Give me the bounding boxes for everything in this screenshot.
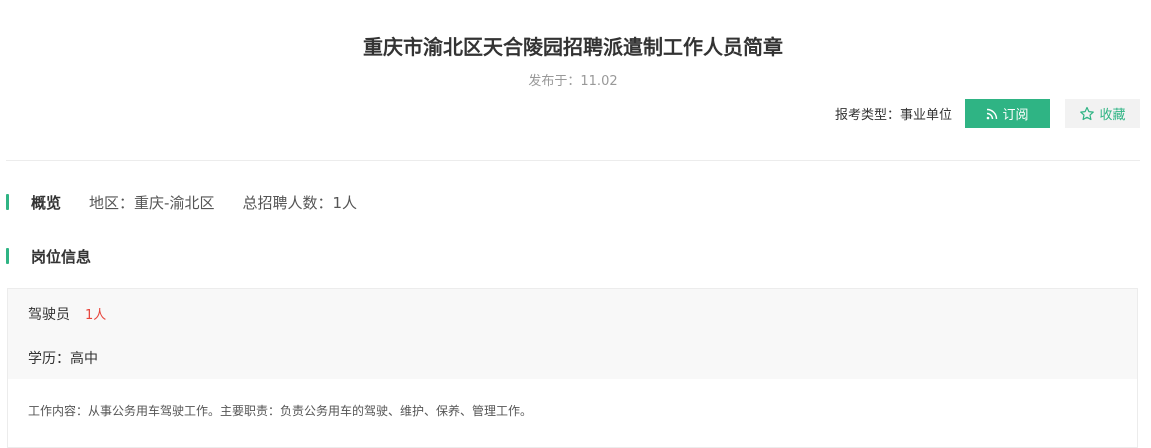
exam-type-value: 事业单位 — [899, 108, 952, 123]
page-header: 重庆市渝北区天合陵园招聘派遣制工作人员简章 发布于：11.02 报考类型： 事业单… — [6, 0, 1140, 161]
favorite-button[interactable]: 收藏 — [1065, 99, 1140, 128]
favorite-label: 收藏 — [1099, 108, 1126, 123]
header-actions: 报考类型： 事业单位 订阅 收藏 — [835, 99, 1140, 128]
region-info: 地区：重庆-渝北区 — [89, 192, 214, 213]
total-recruit-info: 总招聘人数：1人 — [242, 192, 357, 213]
job-name: 驾驶员 — [28, 307, 70, 323]
exam-type: 报考类型： 事业单位 — [835, 104, 952, 123]
subscribe-label: 订阅 — [1002, 108, 1029, 123]
section-accent-bar — [6, 248, 9, 264]
overview-title: 概览 — [31, 193, 62, 212]
page-title: 重庆市渝北区天合陵园招聘派遣制工作人员简章 — [363, 35, 783, 59]
publish-date: 11.02 — [580, 74, 618, 89]
star-outline-icon — [1080, 106, 1095, 120]
job-headcount: 1人 — [85, 308, 107, 323]
positions-title: 岗位信息 — [31, 247, 92, 266]
job-card-header: 驾驶员 1人 学历：高中 — [8, 289, 1137, 379]
publish-info: 发布于：11.02 — [6, 70, 1140, 89]
positions-section: 岗位信息 — [6, 246, 91, 266]
total-value: 1人 — [332, 193, 358, 212]
job-name-row: 驾驶员 1人 — [28, 304, 106, 324]
region-label: 地区： — [89, 193, 135, 212]
job-description: 工作内容：从事公务用车驾驶工作。主要职责：负责公务用车的驾驶、维护、保养、管理工… — [28, 404, 533, 418]
job-card: 驾驶员 1人 学历：高中 工作内容：从事公务用车驾驶工作。主要职责：负责公务用车… — [7, 288, 1138, 448]
total-label: 总招聘人数： — [242, 193, 333, 212]
publish-label: 发布于： — [528, 74, 581, 89]
rss-icon — [987, 108, 998, 119]
education-value: 高中 — [70, 351, 98, 367]
exam-type-label: 报考类型： — [834, 108, 900, 123]
section-accent-bar — [6, 194, 9, 210]
subscribe-button[interactable]: 订阅 — [965, 99, 1050, 128]
overview-section: 概览 地区：重庆-渝北区 总招聘人数：1人 — [6, 192, 357, 212]
job-education: 学历：高中 — [28, 348, 98, 368]
education-label: 学历： — [28, 351, 70, 367]
region-value: 重庆-渝北区 — [134, 193, 215, 212]
